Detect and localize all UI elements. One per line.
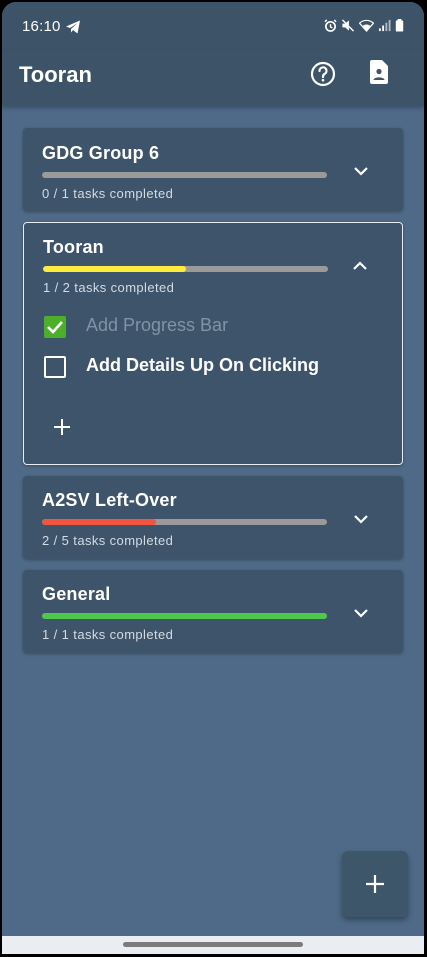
chevron-up-icon[interactable] bbox=[350, 256, 370, 276]
task-item: Add Progress Bar bbox=[44, 312, 384, 342]
group-title: A2SV Left-Over bbox=[42, 490, 177, 510]
app-bar: Tooran bbox=[2, 50, 424, 106]
task-item: Add Details Up On Clicking bbox=[44, 352, 384, 382]
group-summary: 0 / 1 tasks completed bbox=[42, 186, 174, 201]
group-progress-bar bbox=[42, 519, 327, 525]
group-title: General bbox=[42, 584, 111, 604]
gesture-handle[interactable] bbox=[123, 942, 303, 947]
task-checkbox[interactable] bbox=[44, 356, 66, 378]
status-bar: 16:10 bbox=[2, 2, 424, 50]
group-progress-fill bbox=[42, 613, 327, 619]
task-checkbox[interactable] bbox=[44, 316, 66, 338]
wifi-icon bbox=[359, 19, 374, 32]
group-summary: 1 / 2 tasks completed bbox=[43, 280, 175, 295]
task-label[interactable]: Add Details Up On Clicking bbox=[86, 355, 319, 376]
status-time: 16:10 bbox=[22, 18, 61, 35]
status-icons bbox=[324, 19, 404, 32]
group-progress-bar bbox=[43, 266, 328, 272]
telegram-icon bbox=[66, 20, 80, 34]
group-progress-fill bbox=[42, 519, 156, 525]
document-icon[interactable] bbox=[368, 58, 390, 86]
help-icon[interactable] bbox=[309, 60, 337, 88]
signal-icon bbox=[378, 19, 391, 32]
group-summary: 1 / 1 tasks completed bbox=[42, 627, 174, 642]
app-title: Tooran bbox=[19, 62, 92, 87]
chevron-down-icon[interactable] bbox=[351, 603, 371, 623]
group-progress-fill bbox=[43, 266, 186, 272]
navigation-bar bbox=[2, 936, 424, 954]
group-card-gdg-group-6[interactable]: GDG Group 6 0 / 1 tasks completed bbox=[23, 128, 403, 211]
group-title: Tooran bbox=[43, 237, 104, 257]
group-progress-bar bbox=[42, 172, 327, 178]
group-card-a2sv-left-over[interactable]: A2SV Left-Over 2 / 5 tasks completed bbox=[23, 476, 403, 559]
chevron-down-icon[interactable] bbox=[351, 509, 371, 529]
group-progress-bar bbox=[42, 613, 327, 619]
task-label[interactable]: Add Progress Bar bbox=[86, 315, 228, 336]
mute-icon bbox=[341, 19, 355, 32]
alarm-icon bbox=[324, 19, 337, 32]
add-group-button[interactable] bbox=[342, 851, 408, 917]
plus-icon bbox=[366, 875, 384, 893]
group-card-general[interactable]: General 1 / 1 tasks completed bbox=[23, 570, 403, 653]
app-screen: 16:10 Tooran GDG Group 6 0 / 1 tasks com… bbox=[2, 2, 424, 954]
group-summary: 2 / 5 tasks completed bbox=[42, 533, 174, 548]
add-task-icon[interactable] bbox=[50, 415, 74, 439]
battery-icon bbox=[395, 19, 404, 32]
group-title: GDG Group 6 bbox=[42, 143, 160, 163]
group-card-tooran[interactable]: Tooran 1 / 2 tasks completed Add Progres… bbox=[23, 222, 403, 465]
chevron-down-icon[interactable] bbox=[351, 161, 371, 181]
check-icon bbox=[47, 321, 63, 334]
